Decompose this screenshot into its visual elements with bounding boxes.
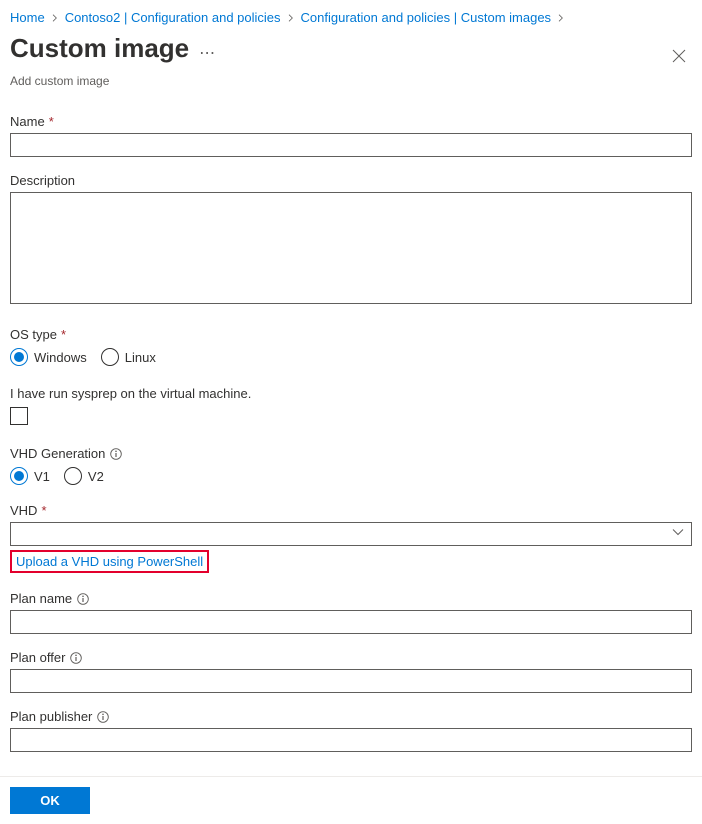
plan-offer-input[interactable] xyxy=(10,669,692,693)
footer: OK xyxy=(0,776,702,824)
radio-icon xyxy=(64,467,82,485)
close-icon xyxy=(672,49,686,63)
radio-icon xyxy=(10,467,28,485)
required-icon: * xyxy=(61,327,66,342)
required-icon: * xyxy=(41,503,46,518)
description-input[interactable] xyxy=(10,192,692,304)
upload-vhd-link[interactable]: Upload a VHD using PowerShell xyxy=(16,554,203,569)
radio-icon xyxy=(101,348,119,366)
chevron-right-icon xyxy=(557,14,565,22)
vhd-gen-v1-radio[interactable]: V1 xyxy=(10,467,50,485)
page-title: Custom image xyxy=(10,33,189,64)
os-type-windows-label: Windows xyxy=(34,350,87,365)
vhd-gen-v2-label: V2 xyxy=(88,469,104,484)
os-type-windows-radio[interactable]: Windows xyxy=(10,348,87,366)
chevron-right-icon xyxy=(287,14,295,22)
breadcrumb-custom-images[interactable]: Configuration and policies | Custom imag… xyxy=(301,10,552,25)
chevron-right-icon xyxy=(51,14,59,22)
close-button[interactable] xyxy=(666,43,692,72)
plan-publisher-label: Plan publisher xyxy=(10,709,692,724)
description-label: Description xyxy=(10,173,692,188)
vhd-generation-label: VHD Generation xyxy=(10,446,692,461)
vhd-gen-v1-label: V1 xyxy=(34,469,50,484)
name-input[interactable] xyxy=(10,133,692,157)
info-icon[interactable] xyxy=(76,592,89,605)
info-icon[interactable] xyxy=(96,710,109,723)
breadcrumb-home[interactable]: Home xyxy=(10,10,45,25)
page-subtitle: Add custom image xyxy=(0,72,702,88)
info-icon[interactable] xyxy=(69,651,82,664)
ok-button[interactable]: OK xyxy=(10,787,90,814)
vhd-label: VHD* xyxy=(10,503,692,518)
info-icon[interactable] xyxy=(109,447,122,460)
more-options-icon[interactable]: ⋯ xyxy=(199,43,215,63)
plan-name-input[interactable] xyxy=(10,610,692,634)
plan-offer-label: Plan offer xyxy=(10,650,692,665)
sysprep-label: I have run sysprep on the virtual machin… xyxy=(10,386,692,401)
plan-name-label: Plan name xyxy=(10,591,692,606)
breadcrumb: Home Contoso2 | Configuration and polici… xyxy=(0,0,702,33)
vhd-select[interactable] xyxy=(10,522,692,546)
os-type-linux-radio[interactable]: Linux xyxy=(101,348,156,366)
breadcrumb-config[interactable]: Contoso2 | Configuration and policies xyxy=(65,10,281,25)
upload-vhd-highlight: Upload a VHD using PowerShell xyxy=(10,550,209,573)
os-type-label: OS type* xyxy=(10,327,692,342)
radio-icon xyxy=(10,348,28,366)
sysprep-checkbox[interactable] xyxy=(10,407,28,425)
os-type-linux-label: Linux xyxy=(125,350,156,365)
name-label: Name* xyxy=(10,114,692,129)
vhd-gen-v2-radio[interactable]: V2 xyxy=(64,467,104,485)
plan-publisher-input[interactable] xyxy=(10,728,692,752)
required-icon: * xyxy=(49,114,54,129)
